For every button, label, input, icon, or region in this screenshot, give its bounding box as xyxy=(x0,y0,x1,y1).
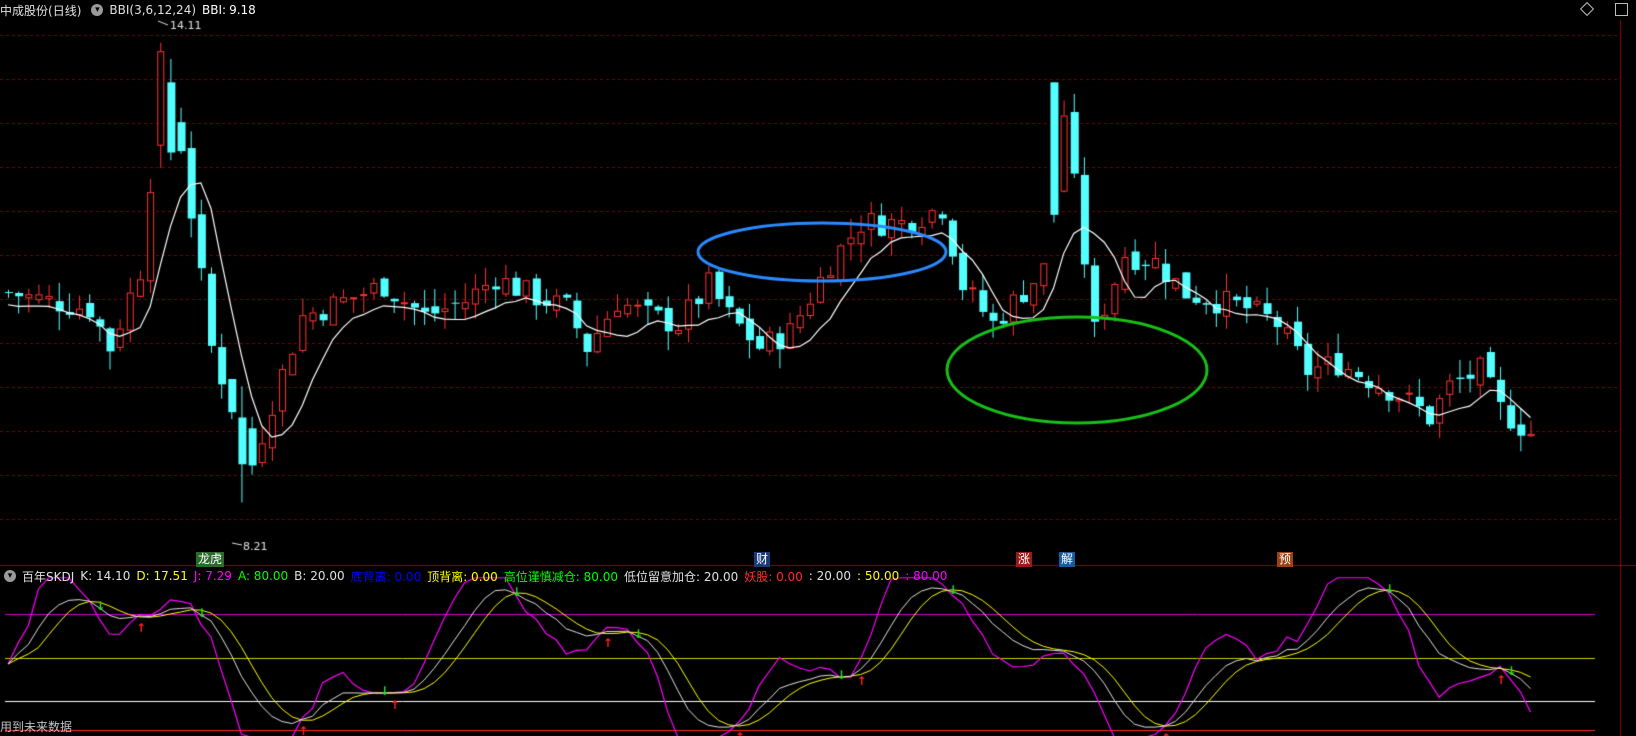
skdj-field: : 50.00 xyxy=(857,569,900,583)
panel-toggle-icon[interactable] xyxy=(1615,3,1628,16)
skdj-field: 妖股: 0.00 xyxy=(744,569,803,584)
skdj-field: A: 80.00 xyxy=(237,569,289,583)
event-marker-yu[interactable]: 预 xyxy=(1277,552,1294,567)
skdj-field: K: 14.10 xyxy=(80,569,131,583)
skdj-field: 低位留意加仓: 20.00 xyxy=(624,569,739,584)
event-marker-longhu[interactable]: 龙虎 xyxy=(196,552,225,567)
skdj-field: D: 17.51 xyxy=(136,569,188,583)
sub-panel-header: ▾ 百年SKDJ K: 14.10 D: 17.51 J: 7.29 A: 80.00… xyxy=(0,566,953,586)
main-panel-header: 中成股份 (日线) ▾ BBI(3,6,12,24) BBI: 9.18 xyxy=(0,0,262,20)
event-marker-cai[interactable]: 财 xyxy=(754,552,771,567)
dropdown-icon[interactable]: ▾ xyxy=(4,570,16,582)
skdj-field: J: 7.29 xyxy=(193,569,232,583)
event-marker-jie[interactable]: 解 xyxy=(1059,552,1076,567)
chart-canvas[interactable] xyxy=(0,0,1636,736)
stock-name[interactable]: 中成股份 xyxy=(0,2,48,19)
skdj-field: : 20.00 xyxy=(808,569,852,583)
footer-note: 用到未来数据 xyxy=(0,720,73,734)
period-label: (日线) xyxy=(48,3,82,18)
bbi-label: BBI: xyxy=(202,3,227,17)
bbi-value: 9.18 xyxy=(229,3,256,17)
event-marker-zhang[interactable]: 涨 xyxy=(1016,552,1033,567)
sub-indicator-name[interactable]: 百年SKDJ xyxy=(22,568,74,585)
skdj-field: B: 20.00 xyxy=(294,569,345,583)
skdj-field: 底背离: 0.00 xyxy=(350,569,422,584)
indicator-name[interactable]: BBI(3,6,12,24) xyxy=(109,3,196,17)
skdj-field: : 80.00 xyxy=(905,569,948,583)
skdj-field: 顶背离: 0.00 xyxy=(427,569,498,584)
dropdown-icon[interactable]: ▾ xyxy=(91,4,104,16)
skdj-field: 高位谨慎减仓: 80.00 xyxy=(503,569,618,584)
